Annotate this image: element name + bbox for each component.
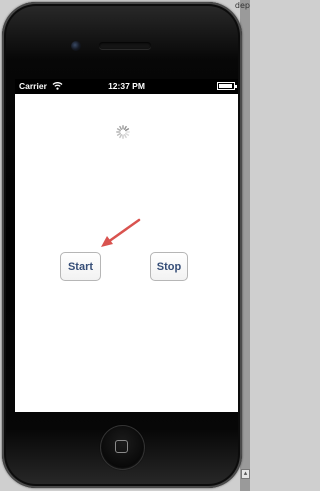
window-corner-text: dep [234, 1, 250, 10]
spinner-spoke [123, 134, 127, 139]
resize-handle-icon[interactable]: ▴ [241, 469, 250, 479]
activity-indicator-icon [116, 125, 130, 139]
spinner-spoke [116, 132, 121, 136]
speaker-grille [99, 42, 151, 49]
home-button[interactable] [100, 425, 145, 470]
start-button[interactable]: Start [60, 252, 101, 281]
battery-fill [219, 84, 232, 88]
phone-frame: Carrier 12:37 PM Start Stop [2, 2, 242, 488]
stop-button[interactable]: Stop [150, 252, 188, 281]
home-button-icon [115, 440, 128, 453]
spinner-spoke [119, 134, 123, 139]
battery-icon [217, 82, 237, 90]
spinner-spoke [119, 125, 123, 130]
status-time: 12:37 PM [108, 81, 145, 91]
spinner-spoke [125, 128, 130, 132]
device-screen: Carrier 12:37 PM Start Stop [15, 79, 238, 412]
camera-icon [71, 41, 81, 51]
spinner-spoke [123, 125, 127, 130]
spinner-spoke [125, 132, 130, 136]
status-bar: Carrier 12:37 PM [15, 79, 238, 94]
spinner-spoke [116, 128, 121, 132]
